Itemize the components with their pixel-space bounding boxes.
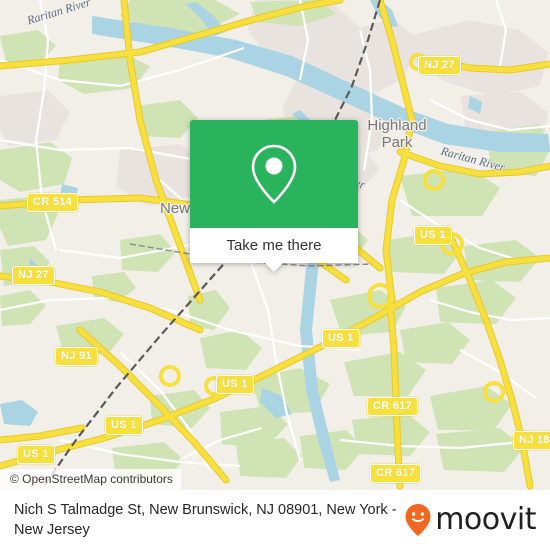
- place-label-highland-park: Highland Park: [367, 117, 427, 151]
- shield-us-1-lower-left[interactable]: US 1: [105, 416, 143, 435]
- moovit-pin-smiley-icon: [405, 504, 431, 536]
- map-pin-icon: [251, 144, 297, 204]
- shield-cr-617-lower[interactable]: CR 617: [370, 464, 422, 483]
- shield-us-1-mid[interactable]: US 1: [322, 329, 360, 348]
- footer-bar: Nich S Talmadge St, New Brunswick, NJ 08…: [0, 490, 550, 550]
- shield-nj-18[interactable]: NJ 18: [513, 431, 550, 450]
- map-screenshot: Raritan River Raritan River Raritan Rive…: [0, 0, 550, 550]
- shield-nj-91[interactable]: NJ 91: [55, 347, 98, 366]
- shield-us-1-bottom-left[interactable]: US 1: [17, 445, 55, 464]
- popup-card-action[interactable]: Take me there: [190, 228, 358, 272]
- popup-card-header: [190, 120, 358, 228]
- moovit-wordmark: moovit: [435, 502, 536, 537]
- shield-us-1-east[interactable]: US 1: [414, 226, 452, 245]
- moovit-logo[interactable]: moovit: [404, 503, 536, 537]
- shield-cr-617-upper[interactable]: CR 617: [367, 397, 419, 416]
- take-me-there-label: Take me there: [226, 237, 322, 254]
- shield-nj-27-left[interactable]: NJ 27: [12, 266, 55, 285]
- address-title: Nich S Talmadge St, New Brunswick, NJ 08…: [14, 502, 397, 538]
- osm-attribution[interactable]: © OpenStreetMap contributors: [0, 469, 181, 490]
- shield-nj-27-top[interactable]: NJ 27: [418, 56, 461, 75]
- shield-cr-514[interactable]: CR 514: [27, 193, 79, 212]
- map-canvas[interactable]: Raritan River Raritan River Raritan Rive…: [0, 0, 550, 490]
- location-popup-card[interactable]: Take me there: [190, 120, 358, 272]
- shield-us-1-lower-mid[interactable]: US 1: [216, 375, 254, 394]
- popup-card-tail: [264, 262, 284, 272]
